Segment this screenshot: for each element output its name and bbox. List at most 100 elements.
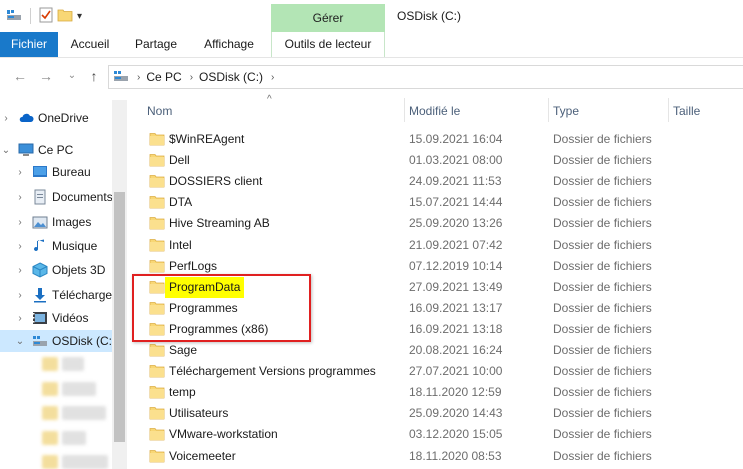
file-type: Dossier de fichiers bbox=[553, 258, 652, 273]
expand-chevron-icon[interactable]: › bbox=[14, 265, 26, 276]
breadcrumb-separator-icon[interactable]: › bbox=[137, 72, 140, 83]
table-row[interactable]: Utilisateurs 25.09.2020 14:43 Dossier de f… bbox=[127, 403, 743, 424]
file-type: Dossier de fichiers bbox=[553, 153, 652, 168]
table-row[interactable]: DOSSIERS client 24.09.2021 11:53 Dossier d… bbox=[127, 171, 743, 192]
collapse-chevron-icon[interactable]: ⌄ bbox=[14, 336, 26, 347]
folder-icon bbox=[42, 455, 58, 469]
file-type: Dossier de fichiers bbox=[553, 364, 652, 379]
desktop-icon bbox=[32, 164, 48, 180]
file-modified-date: 20.08.2021 16:24 bbox=[409, 343, 503, 357]
column-header-size[interactable]: Taille bbox=[673, 100, 700, 122]
forward-arrow-icon[interactable]: → bbox=[38, 68, 54, 84]
file-name: DTA bbox=[169, 195, 193, 210]
nav-scrollbar-thumb[interactable] bbox=[114, 192, 125, 442]
file-name: Intel bbox=[169, 237, 192, 252]
expand-chevron-icon[interactable]: › bbox=[14, 290, 26, 301]
table-row[interactable]: Hive Streaming AB 25.09.2020 13:26 Dossier… bbox=[127, 213, 743, 234]
expand-chevron-icon[interactable]: › bbox=[14, 313, 26, 324]
nav-item-onedrive[interactable]: › OneDrive bbox=[0, 107, 112, 129]
column-divider[interactable] bbox=[404, 98, 405, 122]
properties-icon[interactable] bbox=[39, 7, 53, 26]
tab-file[interactable]: Fichier bbox=[0, 32, 58, 57]
table-row[interactable]: Voicemeeter 18.11.2020 08:53 Dossier de fi… bbox=[127, 446, 743, 467]
file-modified-date: 15.07.2021 14:44 bbox=[409, 195, 503, 210]
column-header-type[interactable]: Type bbox=[553, 100, 579, 122]
nav-scrollbar[interactable] bbox=[112, 100, 127, 469]
recent-locations-chevron-icon[interactable]: ⌄ bbox=[64, 68, 80, 84]
folder-icon bbox=[42, 406, 58, 420]
collapse-chevron-icon[interactable]: ⌄ bbox=[0, 145, 12, 156]
folder-icon bbox=[149, 132, 165, 146]
nav-item-music[interactable]: › Musique bbox=[0, 235, 112, 257]
nav-item-3d-objects[interactable]: › Objets 3D bbox=[0, 259, 112, 281]
table-row[interactable]: DTA 15.07.2021 14:44 Dossier de fichiers bbox=[127, 192, 743, 213]
column-header-name[interactable]: Nom bbox=[147, 100, 172, 122]
file-modified-date: 21.09.2021 07:42 bbox=[409, 237, 503, 252]
folder-icon bbox=[149, 216, 165, 230]
expand-chevron-icon[interactable]: › bbox=[14, 217, 26, 228]
file-type: Dossier de fichiers bbox=[553, 448, 652, 463]
back-arrow-icon[interactable]: ← bbox=[12, 68, 28, 84]
file-type: Dossier de fichiers bbox=[553, 132, 652, 146]
videos-icon bbox=[32, 310, 48, 326]
file-type: Dossier de fichiers bbox=[553, 427, 652, 442]
window-title: OSDisk (C:) bbox=[397, 9, 461, 23]
breadcrumb-separator-icon[interactable]: › bbox=[271, 72, 274, 83]
redacted-label bbox=[62, 431, 86, 445]
tab-view[interactable]: Affichage bbox=[190, 32, 268, 57]
tab-home[interactable]: Accueil bbox=[58, 32, 122, 57]
download-icon bbox=[32, 287, 48, 303]
computer-icon bbox=[18, 142, 34, 158]
folder-icon bbox=[149, 449, 165, 463]
folder-icon bbox=[149, 195, 165, 209]
nav-item-videos[interactable]: › Vidéos bbox=[0, 307, 112, 329]
file-name: Voicemeeter bbox=[169, 448, 236, 463]
column-divider[interactable] bbox=[548, 98, 549, 122]
images-icon bbox=[32, 214, 48, 230]
table-row[interactable]: Dell 01.03.2021 08:00 Dossier de fichiers bbox=[127, 150, 743, 171]
objects-3d-icon bbox=[32, 262, 48, 278]
tab-manage[interactable]: Gérer bbox=[271, 4, 385, 32]
breadcrumb-osdisk[interactable]: OSDisk (C:) bbox=[199, 70, 263, 84]
tab-share[interactable]: Partage bbox=[122, 32, 190, 57]
nav-item-osdisk[interactable]: ⌄ OSDisk (C:) bbox=[0, 330, 112, 352]
expand-chevron-icon[interactable]: › bbox=[0, 113, 12, 124]
drive-icon bbox=[32, 333, 48, 349]
expand-chevron-icon[interactable]: › bbox=[14, 167, 26, 178]
file-type: Dossier de fichiers bbox=[553, 343, 652, 357]
customize-toolbar-icon[interactable]: ▾ bbox=[77, 11, 82, 22]
redacted-label bbox=[62, 455, 108, 469]
nav-item-desktop[interactable]: › Bureau bbox=[0, 161, 112, 183]
file-type: Dossier de fichiers bbox=[553, 195, 652, 210]
file-modified-date: 27.09.2021 13:49 bbox=[409, 279, 503, 294]
folder-icon bbox=[42, 382, 58, 396]
table-row[interactable]: Intel 21.09.2021 07:42 Dossier de fichiers bbox=[127, 235, 743, 256]
tab-drive-tools[interactable]: Outils de lecteur bbox=[271, 32, 385, 57]
file-type: Dossier de fichiers bbox=[553, 385, 652, 400]
column-header-modified[interactable]: Modifié le bbox=[409, 100, 460, 122]
nav-item-downloads[interactable]: › Téléchargements bbox=[0, 284, 112, 306]
folder-icon bbox=[149, 364, 165, 378]
new-folder-icon[interactable] bbox=[57, 8, 73, 25]
file-modified-date: 25.09.2020 14:43 bbox=[409, 406, 503, 421]
table-row[interactable]: temp 18.11.2020 12:59 Dossier de fichiers bbox=[127, 382, 743, 403]
file-type: Dossier de fichiers bbox=[553, 300, 652, 315]
table-row[interactable]: VMware-workstation 03.12.2020 15:05 Dossie… bbox=[127, 424, 743, 445]
nav-item-this-pc[interactable]: ⌄ Ce PC bbox=[0, 139, 112, 161]
breadcrumb-separator-icon[interactable]: › bbox=[190, 72, 193, 83]
breadcrumb-this-pc[interactable]: Ce PC bbox=[146, 70, 181, 84]
address-bar[interactable]: › Ce PC › OSDisk (C:) › bbox=[108, 65, 743, 89]
nav-item-documents[interactable]: › Documents bbox=[0, 186, 112, 208]
nav-item-images[interactable]: › Images bbox=[0, 211, 112, 233]
table-row[interactable]: Téléchargement Versions programmes 27.07.… bbox=[127, 361, 743, 382]
column-divider[interactable] bbox=[668, 98, 669, 122]
up-arrow-icon[interactable]: ↑ bbox=[86, 68, 102, 84]
table-row[interactable]: $WinREAgent 15.09.2021 16:04 Dossier de fi… bbox=[127, 129, 743, 150]
table-row[interactable]: Sage 20.08.2021 16:24 Dossier de fichiers bbox=[127, 340, 743, 361]
expand-chevron-icon[interactable]: › bbox=[14, 241, 26, 252]
file-name: Sage bbox=[169, 343, 198, 357]
file-name: VMware-workstation bbox=[169, 427, 278, 442]
expand-chevron-icon[interactable]: › bbox=[14, 192, 26, 203]
drive-icon bbox=[6, 8, 22, 25]
navigation-pane: › OneDrive ⌄ Ce PC › Bureau › Documents … bbox=[0, 100, 127, 469]
